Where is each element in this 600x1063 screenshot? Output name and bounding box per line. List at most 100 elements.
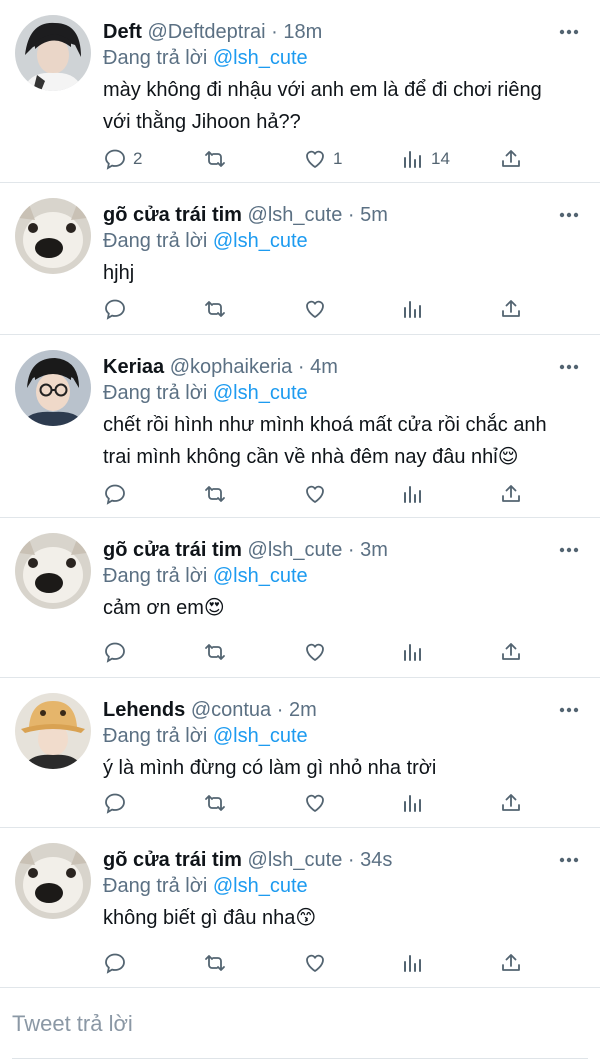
replying-to: Đang trả lời @lsh_cute xyxy=(103,229,308,253)
like-button[interactable] xyxy=(303,949,327,977)
reply-to-handle[interactable]: @lsh_cute xyxy=(213,565,308,587)
like-button[interactable] xyxy=(303,789,327,817)
like-button[interactable] xyxy=(303,638,327,666)
reply-button[interactable] xyxy=(103,949,127,977)
display-name[interactable]: Lehends xyxy=(103,699,185,721)
views-button[interactable] xyxy=(401,480,425,508)
views-button[interactable] xyxy=(401,789,425,817)
views-button[interactable]: 14 xyxy=(401,145,450,173)
display-name[interactable]: gõ cửa trái tim xyxy=(103,849,242,871)
share-button[interactable] xyxy=(499,638,523,666)
reply-icon xyxy=(105,953,125,974)
share-button[interactable] xyxy=(499,295,523,323)
display-name[interactable]: gõ cửa trái tim xyxy=(103,539,242,561)
avatar[interactable] xyxy=(15,15,91,91)
share-button[interactable] xyxy=(499,789,523,817)
reply-to-handle[interactable]: @lsh_cute xyxy=(213,230,308,252)
retweet-button[interactable] xyxy=(203,789,227,817)
share-button[interactable] xyxy=(499,145,523,173)
timestamp[interactable]: 5m xyxy=(360,204,388,226)
tweet-text: không biết gì đâu nha😙 xyxy=(103,907,317,929)
reply-icon xyxy=(105,793,125,814)
avatar[interactable] xyxy=(15,350,91,426)
timestamp[interactable]: 3m xyxy=(360,539,388,561)
views-button[interactable] xyxy=(401,295,425,323)
tweet-header: gõ cửa trái tim @lsh_cute · 5m xyxy=(103,204,388,226)
tweet[interactable]: Keriaa @kophaikeria · 4m Đang trả lời @l… xyxy=(0,335,600,518)
tweet[interactable]: gõ cửa trái tim @lsh_cute · 3m Đang trả … xyxy=(0,518,600,678)
handle[interactable]: @Deftdeptrai xyxy=(147,21,265,43)
replying-to: Đang trả lời @lsh_cute xyxy=(103,874,308,898)
display-name[interactable]: Deft xyxy=(103,21,142,43)
handle[interactable]: @kophaikeria xyxy=(170,356,293,378)
share-icon xyxy=(502,954,520,971)
reply-to-handle[interactable]: @lsh_cute xyxy=(213,47,308,69)
like-button[interactable] xyxy=(303,480,327,508)
avatar[interactable] xyxy=(15,843,91,919)
handle[interactable]: @lsh_cute xyxy=(248,539,343,561)
display-name[interactable]: Keriaa xyxy=(103,356,164,378)
more-options-icon[interactable] xyxy=(558,357,580,377)
handle[interactable]: @lsh_cute xyxy=(248,204,343,226)
retweet-icon xyxy=(205,151,225,167)
timestamp[interactable]: 18m xyxy=(283,21,322,43)
views-button[interactable] xyxy=(401,638,425,666)
tweet-actions xyxy=(103,295,533,323)
tweet-header: gõ cửa trái tim @lsh_cute · 34s xyxy=(103,849,393,871)
reply-button[interactable] xyxy=(103,638,127,666)
reply-composer xyxy=(0,988,600,1063)
tweet[interactable]: gõ cửa trái tim @lsh_cute · 5m Đang trả … xyxy=(0,183,600,335)
avatar[interactable] xyxy=(15,198,91,274)
tweet[interactable]: Deft @Deftdeptrai · 18m Đang trả lời @ls… xyxy=(0,0,600,183)
view-count: 14 xyxy=(431,149,450,168)
views-button[interactable] xyxy=(401,949,425,977)
share-button[interactable] xyxy=(499,949,523,977)
replying-to: Đang trả lời @lsh_cute xyxy=(103,381,308,405)
more-options-icon[interactable] xyxy=(558,850,580,870)
share-icon xyxy=(502,485,520,502)
reply-button[interactable]: 2 xyxy=(103,145,142,173)
reply-button[interactable] xyxy=(103,789,127,817)
share-icon xyxy=(502,150,520,167)
timestamp[interactable]: 4m xyxy=(310,356,338,378)
tweet[interactable]: gõ cửa trái tim @lsh_cute · 34s Đang trả… xyxy=(0,828,600,988)
analytics-icon xyxy=(404,955,421,972)
timestamp[interactable]: 2m xyxy=(289,699,317,721)
avatar[interactable] xyxy=(15,693,91,769)
analytics-icon xyxy=(404,644,421,661)
retweet-button[interactable] xyxy=(203,480,227,508)
more-options-icon[interactable] xyxy=(558,700,580,720)
reply-to-handle[interactable]: @lsh_cute xyxy=(213,725,308,747)
analytics-icon xyxy=(404,795,421,812)
timestamp[interactable]: 34s xyxy=(360,849,392,871)
display-name[interactable]: gõ cửa trái tim xyxy=(103,204,242,226)
reply-to-handle[interactable]: @lsh_cute xyxy=(213,382,308,404)
avatar[interactable] xyxy=(15,533,91,609)
tweet[interactable]: Lehends @contua · 2m Đang trả lời @lsh_c… xyxy=(0,678,600,828)
hat-person-avatar-icon xyxy=(15,693,91,769)
analytics-icon xyxy=(404,301,421,318)
reply-icon xyxy=(105,299,125,320)
analytics-icon xyxy=(404,151,421,168)
reply-input[interactable] xyxy=(12,1002,572,1046)
retweet-button[interactable] xyxy=(203,295,227,323)
reply-icon xyxy=(105,642,125,663)
tweet-text: mày không đi nhậu với anh em là để đi ch… xyxy=(103,79,542,133)
reply-to-handle[interactable]: @lsh_cute xyxy=(213,875,308,897)
tweet-header: gõ cửa trái tim @lsh_cute · 3m xyxy=(103,539,388,561)
like-button[interactable]: 1 xyxy=(303,145,342,173)
share-button[interactable] xyxy=(499,480,523,508)
handle[interactable]: @lsh_cute xyxy=(248,849,343,871)
retweet-button[interactable] xyxy=(203,638,227,666)
retweet-button[interactable] xyxy=(203,145,227,173)
more-options-icon[interactable] xyxy=(558,540,580,560)
reply-button[interactable] xyxy=(103,295,127,323)
reply-button[interactable] xyxy=(103,480,127,508)
more-options-icon[interactable] xyxy=(558,205,580,225)
reply-icon xyxy=(105,484,125,505)
handle[interactable]: @contua xyxy=(191,699,271,721)
like-button[interactable] xyxy=(303,295,327,323)
reply-icon xyxy=(105,149,125,170)
more-options-icon[interactable] xyxy=(558,22,580,42)
retweet-button[interactable] xyxy=(203,949,227,977)
